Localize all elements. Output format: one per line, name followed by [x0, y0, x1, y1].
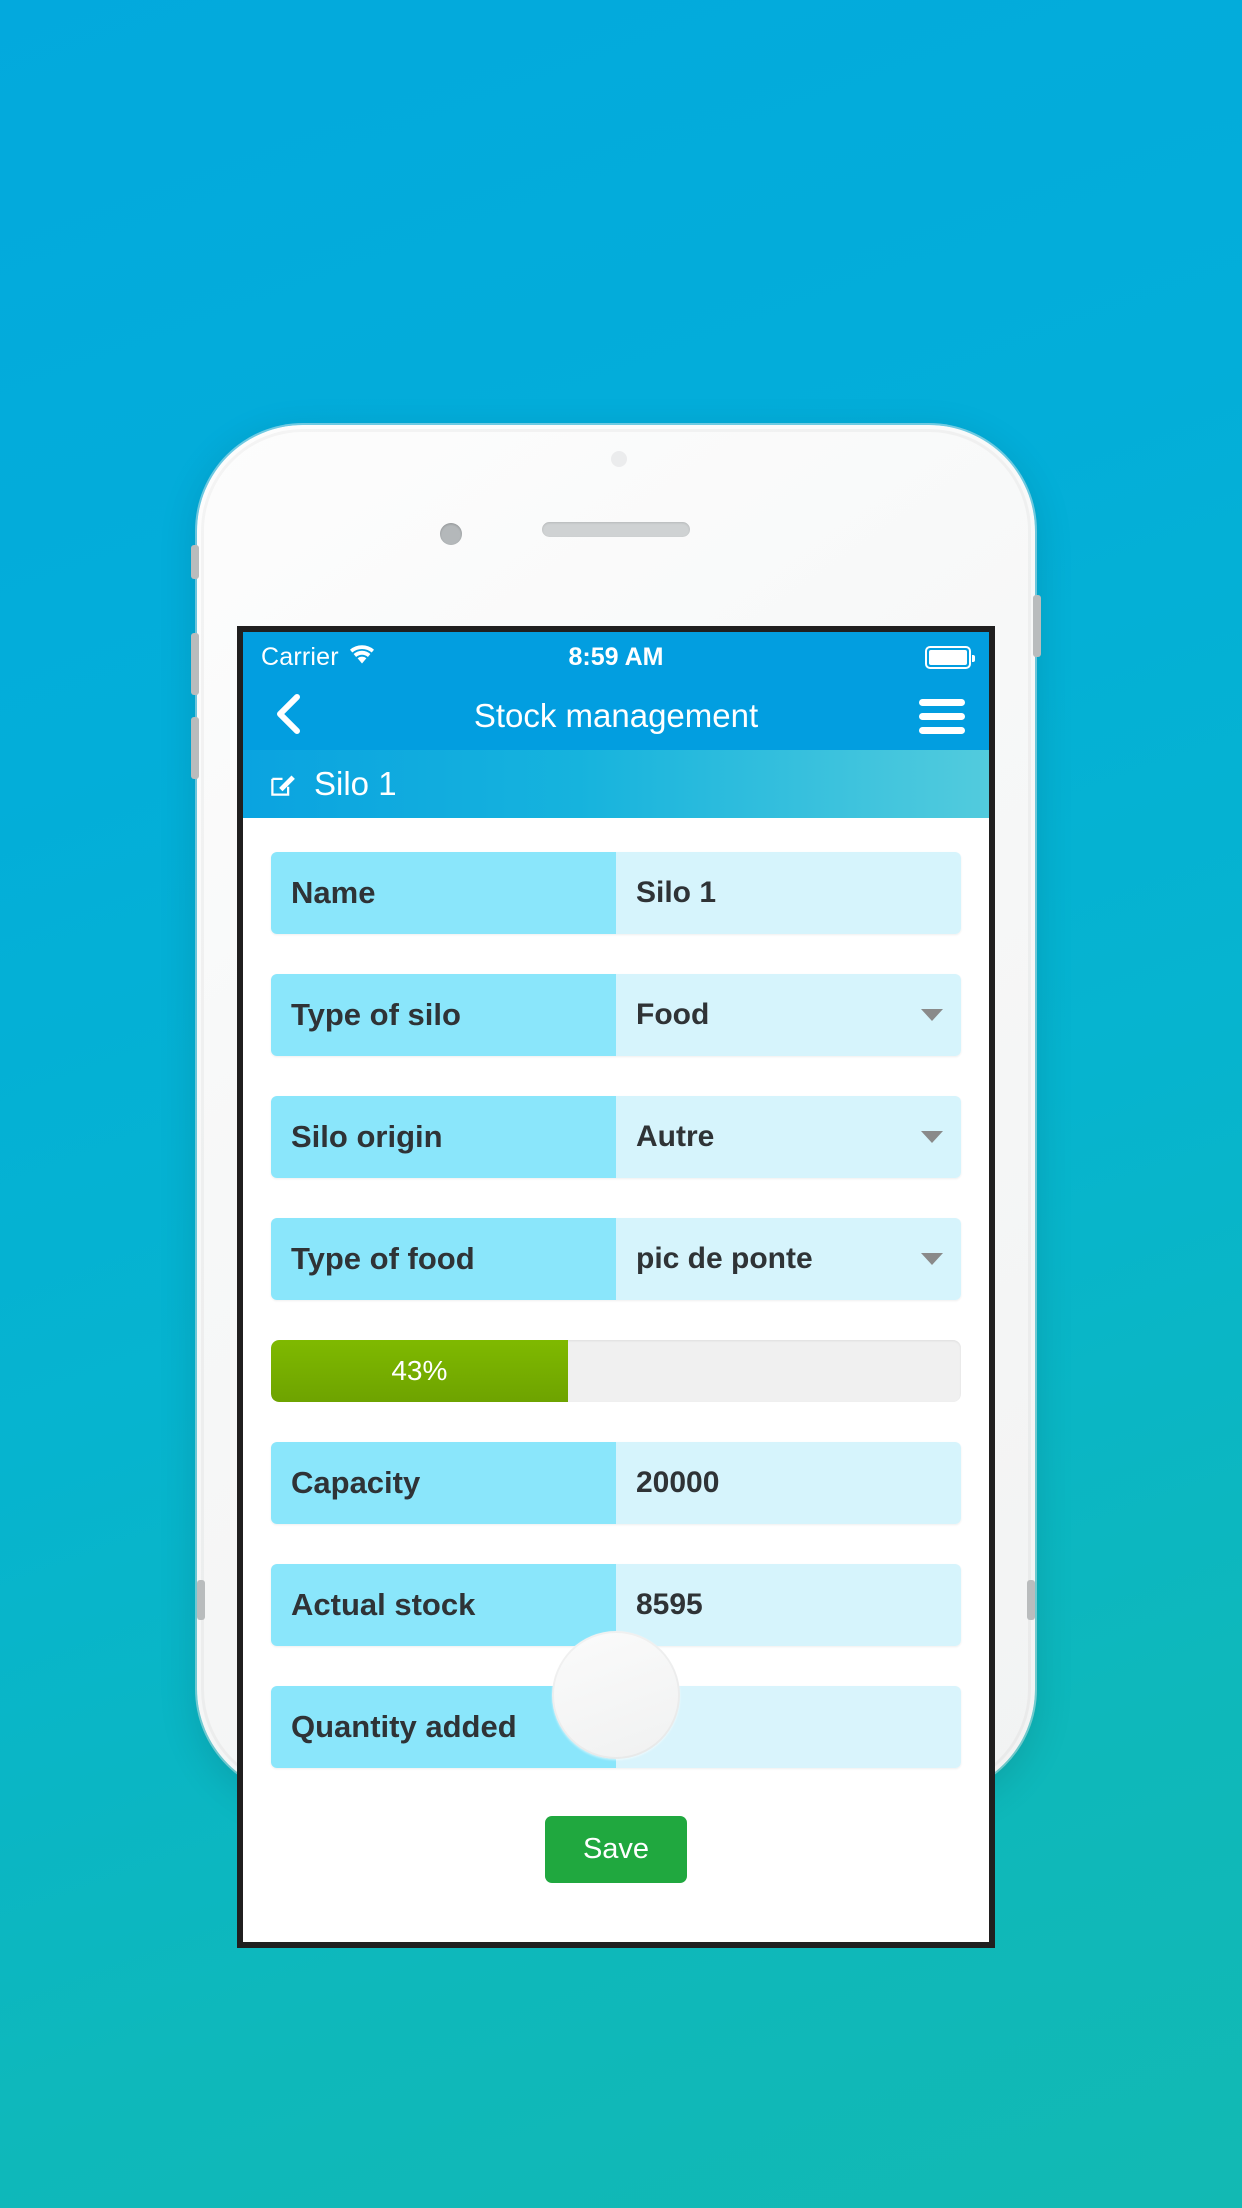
- chevron-down-icon: [921, 1009, 943, 1021]
- hamburger-line: [919, 698, 965, 706]
- hamburger-line: [919, 712, 965, 720]
- silo-origin-value: Autre: [636, 1120, 715, 1153]
- volume-down-button[interactable]: [191, 717, 199, 779]
- status-bar: Carrier 8:59 AM: [243, 632, 989, 682]
- wifi-icon: [349, 643, 375, 672]
- type-of-food-select[interactable]: pic de ponte: [616, 1218, 961, 1300]
- hamburger-line: [919, 726, 965, 734]
- stock-progress-fill: 43%: [271, 1340, 568, 1402]
- phone-device: Carrier 8:59 AM Stock management Silo 1 …: [191, 425, 1041, 1948]
- field-label-capacity: Capacity: [271, 1442, 616, 1524]
- volume-up-button[interactable]: [191, 633, 199, 695]
- silo-form: Name Silo 1 Type of silo Food Silo origi…: [243, 818, 989, 1942]
- front-camera-icon: [440, 523, 462, 545]
- home-button[interactable]: [552, 1631, 680, 1759]
- table-row[interactable]: Name Silo 1: [271, 852, 961, 934]
- chevron-down-icon: [921, 1253, 943, 1265]
- back-button[interactable]: [267, 693, 309, 740]
- proximity-sensor-icon: [611, 451, 627, 467]
- name-input[interactable]: Silo 1: [616, 852, 961, 934]
- table-row[interactable]: Type of food pic de ponte: [271, 1218, 961, 1300]
- field-label-type-of-food: Type of food: [271, 1218, 616, 1300]
- status-bar-left: Carrier: [261, 643, 375, 672]
- stock-progress-bar: 43%: [271, 1340, 961, 1402]
- hamburger-menu-icon[interactable]: [919, 698, 965, 734]
- navigation-bar: Stock management: [243, 682, 989, 750]
- type-of-food-value: pic de ponte: [636, 1242, 813, 1275]
- type-of-silo-select[interactable]: Food: [616, 974, 961, 1056]
- table-row[interactable]: Silo origin Autre: [271, 1096, 961, 1178]
- page-title: Stock management: [473, 697, 759, 734]
- field-label-name: Name: [271, 852, 616, 934]
- earpiece-speaker-icon: [542, 522, 690, 537]
- save-button[interactable]: Save: [544, 1816, 688, 1883]
- chevron-left-icon: [275, 693, 301, 740]
- field-label-silo-origin: Silo origin: [271, 1096, 616, 1178]
- carrier-label: Carrier: [261, 642, 339, 671]
- field-label-type-of-silo: Type of silo: [271, 974, 616, 1056]
- chevron-down-icon: [921, 1131, 943, 1143]
- field-label-actual-stock: Actual stock: [271, 1564, 616, 1646]
- save-button-container: Save: [271, 1816, 961, 1883]
- actual-stock-input[interactable]: 8595: [616, 1564, 961, 1646]
- capacity-input[interactable]: 20000: [616, 1442, 961, 1524]
- mute-switch[interactable]: [191, 545, 199, 579]
- stock-progress-label: 43%: [391, 1355, 448, 1386]
- battery-full-icon: [925, 645, 975, 669]
- type-of-silo-value: Food: [636, 998, 710, 1031]
- edit-pencil-icon[interactable]: [269, 771, 296, 798]
- table-row[interactable]: Type of silo Food: [271, 974, 961, 1056]
- silo-origin-select[interactable]: Autre: [616, 1096, 961, 1178]
- frame-antenna-left: [197, 1580, 205, 1620]
- silo-name-label: Silo 1: [314, 765, 397, 802]
- table-row[interactable]: Capacity 20000: [271, 1442, 961, 1524]
- silo-header-bar[interactable]: Silo 1: [243, 750, 989, 818]
- status-bar-right: [925, 645, 975, 669]
- power-button[interactable]: [1033, 595, 1041, 657]
- frame-antenna-right: [1027, 1580, 1035, 1620]
